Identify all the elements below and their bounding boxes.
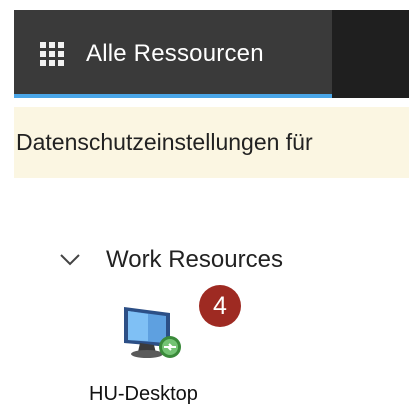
app-launcher-icon[interactable] xyxy=(40,41,66,67)
topbar-right-area xyxy=(332,10,409,98)
top-navigation-bar: Alle Ressourcen xyxy=(14,10,409,98)
privacy-notice-banner[interactable]: Datenschutzeinstellungen für xyxy=(14,107,409,178)
resource-label-hu-desktop[interactable]: HU-Desktop xyxy=(89,383,219,406)
left-margin xyxy=(0,0,14,410)
tab-all-resources[interactable]: Alle Ressourcen xyxy=(14,10,332,98)
group-label: Work Resources xyxy=(106,246,283,273)
step-number-badge: 4 xyxy=(199,285,241,327)
remote-desktop-icon[interactable] xyxy=(118,303,188,365)
group-header-work-resources[interactable]: Work Resources xyxy=(60,240,283,280)
active-tab-indicator xyxy=(14,94,332,98)
tab-label: Alle Ressourcen xyxy=(86,40,264,67)
privacy-notice-text: Datenschutzeinstellungen für xyxy=(16,129,313,155)
chevron-down-icon[interactable] xyxy=(60,254,80,266)
